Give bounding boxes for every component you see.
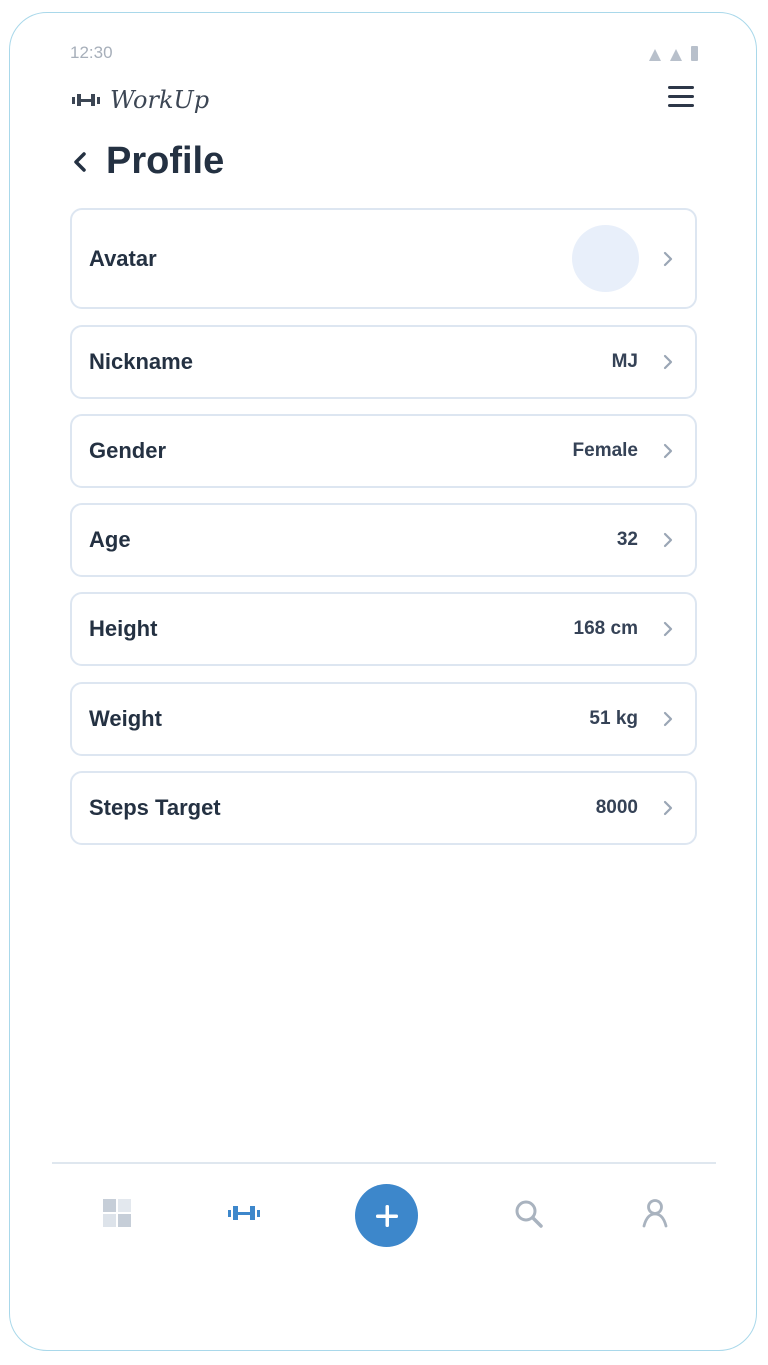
profile-row-weight[interactable]: Weight 51 kg [70,682,697,756]
row-value: 32 [616,529,638,550]
chevron-right-icon [663,532,673,548]
nav-workouts[interactable] [226,1200,262,1226]
row-label: Weight [89,706,162,731]
row-label: Height [89,616,158,641]
row-value: 168 cm [573,618,638,639]
app-name: WorkUp [110,86,210,114]
row-value: 51 kg [589,708,638,729]
app-brand: WorkUp [72,86,209,114]
row-label: Avatar [89,245,157,271]
dumbbell-icon [72,94,100,106]
chevron-right-icon [663,800,673,816]
nav-profile[interactable] [638,1196,672,1230]
nav-dashboard[interactable] [101,1197,133,1229]
profile-row-avatar[interactable]: Avatar [70,208,697,309]
profile-row-age[interactable]: Age 32 [70,503,697,577]
wifi-icon [670,49,682,61]
bottom-nav-divider [52,1162,716,1164]
chevron-left-icon [74,151,86,172]
search-icon [515,1200,543,1228]
row-label: Gender [89,438,167,463]
page-title: Profile [106,140,225,182]
row-value: Female [572,440,638,461]
dashboard-grid-icon [103,1199,131,1227]
chevron-right-icon [663,354,673,370]
chevron-right-icon [663,711,673,727]
hamburger-menu-icon[interactable] [668,86,694,108]
profile-row-nickname[interactable]: Nickname MJ [70,325,697,399]
chevron-right-icon [663,251,673,266]
row-value: 8000 [595,797,638,818]
chevron-right-icon [663,443,673,459]
signal-icon [649,49,661,61]
page-header: Profile [72,140,224,183]
profile-row-steps-target[interactable]: Steps Target 8000 [70,771,697,845]
row-value: MJ [611,351,638,372]
add-button[interactable] [355,1184,418,1247]
row-label: Age [89,527,131,552]
dumbbell-icon [228,1206,260,1220]
profile-row-gender[interactable]: Gender Female [70,414,697,488]
status-icons [649,46,698,61]
row-label: Steps Target [89,795,221,820]
user-icon [642,1199,668,1228]
profile-row-height[interactable]: Height 168 cm [70,592,697,666]
nav-search[interactable] [512,1197,546,1231]
back-button[interactable] [72,142,100,182]
plus-icon [375,1204,398,1227]
avatar[interactable] [572,225,639,292]
row-label: Nickname [89,349,193,374]
status-time: 12:30 [70,43,113,62]
battery-icon [691,46,698,61]
chevron-right-icon [663,621,673,637]
